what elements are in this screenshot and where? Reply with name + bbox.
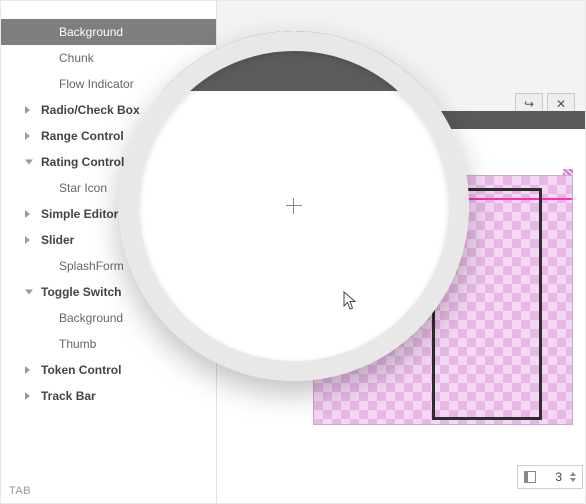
tree-item-label: SplashForm	[59, 259, 124, 273]
chevron-right-icon[interactable]	[25, 236, 30, 244]
secondary-color-hex: #000000	[386, 70, 447, 84]
tree-item-track-bar[interactable]: Track Bar	[1, 383, 216, 409]
redo-icon: ↪	[524, 97, 534, 111]
margin-left-icon	[524, 471, 536, 483]
tree-item-label: Rating Control	[41, 155, 124, 169]
chevron-right-icon[interactable]	[25, 210, 30, 218]
tree-item-label: Background	[59, 311, 123, 325]
tree-item-label: Token Control	[41, 363, 121, 377]
tree-item-label: Radio/Check Box	[41, 103, 140, 117]
crosshair-icon	[286, 198, 302, 214]
tab-label[interactable]: TAB	[9, 485, 31, 497]
margin-left-spinner[interactable]: 3	[517, 465, 583, 489]
tree-item-label: Track Bar	[41, 389, 96, 403]
margin-left-value: 3	[542, 470, 562, 484]
tree-item-label: Toggle Switch	[41, 285, 121, 299]
primary-color-hex: #F7F7F7	[386, 53, 447, 70]
tree-item-label: Thumb	[59, 337, 96, 351]
tree-item-label: Slider	[41, 233, 74, 247]
spinner-buttons[interactable]	[570, 472, 576, 482]
color-readout: #F7F7F7 #000000	[386, 53, 447, 84]
chevron-right-icon[interactable]	[25, 366, 30, 374]
chevron-right-icon[interactable]	[25, 132, 30, 140]
tree-item-label: Simple Editor	[41, 207, 118, 221]
tree-item-label: Background	[59, 25, 123, 39]
close-icon: ✕	[556, 97, 566, 111]
chevron-right-icon[interactable]	[25, 392, 30, 400]
chevron-right-icon[interactable]	[25, 106, 30, 114]
chevron-down-icon[interactable]	[25, 290, 33, 295]
tree-item-label: Star Icon	[59, 181, 107, 195]
chevron-down-icon[interactable]	[25, 160, 33, 165]
tree-item-label: Chunk	[59, 51, 94, 65]
tree-item-label: Range Control	[41, 129, 124, 143]
eyedropper-magnifier[interactable]: #F7F7F7 #000000	[119, 31, 469, 381]
tree-item-token-control[interactable]: Token Control	[1, 357, 216, 383]
